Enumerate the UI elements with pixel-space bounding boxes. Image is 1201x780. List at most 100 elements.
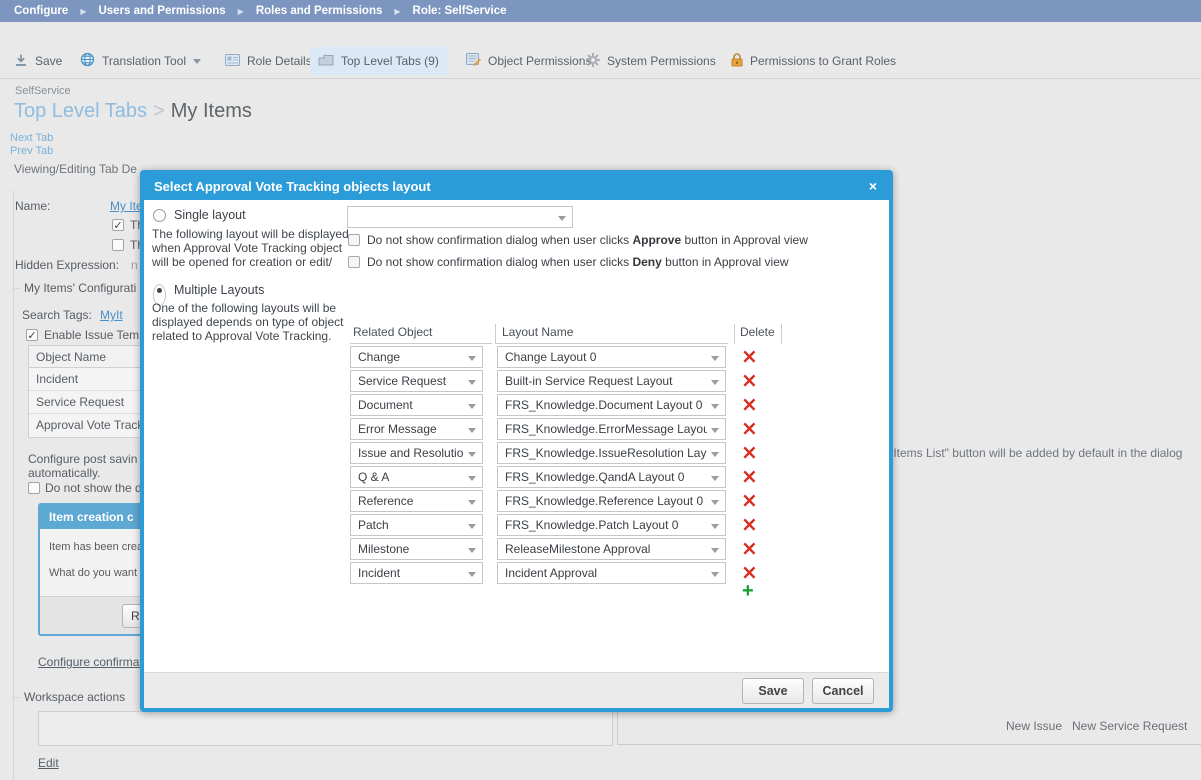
breadcrumb-item[interactable]: Users and Permissions [98, 5, 225, 17]
table-row: Document FRS_Knowledge.Document Layout 0… [144, 394, 824, 416]
object-permissions-icon [466, 53, 481, 69]
related-object-select[interactable]: Q & A [350, 466, 483, 488]
object-name-row[interactable]: Approval Vote Track [29, 414, 157, 437]
chevron-down-icon [193, 59, 201, 64]
layout-name-select[interactable]: FRS_Knowledge.ErrorMessage Layout 0 [497, 418, 726, 440]
modal-header: Select Approval Vote Tracking objects la… [144, 174, 889, 200]
modal-title: Select Approval Vote Tracking objects la… [154, 179, 431, 194]
chevron-down-icon [468, 380, 476, 385]
edit-link[interactable]: Edit [38, 756, 59, 770]
object-name-row[interactable]: Service Request [29, 391, 157, 414]
related-object-value: Change [358, 350, 464, 364]
related-object-select[interactable]: Reference [350, 490, 483, 512]
related-object-value: Q & A [358, 470, 464, 484]
delete-row-button[interactable]: × [741, 416, 758, 440]
chevron-down-icon [711, 428, 719, 433]
delete-row-button[interactable]: × [741, 392, 758, 416]
breadcrumb-arrow-icon: ▶ [238, 7, 244, 16]
globe-icon [80, 52, 95, 70]
top-level-tabs-label: Top Level Tabs (9) [341, 54, 439, 68]
delete-row-button[interactable]: × [741, 440, 758, 464]
breadcrumb-item[interactable]: Roles and Permissions [256, 5, 383, 17]
name-link[interactable]: My Ite [110, 199, 143, 213]
object-name-row[interactable]: Incident [29, 368, 157, 391]
chevron-down-icon [711, 404, 719, 409]
deny-confirmation-checkbox[interactable] [348, 256, 360, 268]
save-button[interactable]: Save [6, 47, 70, 75]
do-not-show-dialog-checkbox[interactable] [28, 482, 40, 494]
single-layout-radio[interactable] [153, 209, 166, 222]
layout-name-select[interactable]: FRS_Knowledge.Document Layout 0 [497, 394, 726, 416]
related-object-select[interactable]: Issue and Resolution [350, 442, 483, 464]
approve-label-pre: Do not show confirmation dialog when use… [367, 233, 632, 247]
chevron-down-icon [468, 500, 476, 505]
new-issue-link[interactable]: New Issue [1006, 719, 1062, 733]
chevron-down-icon [468, 476, 476, 481]
deny-confirmation-label: Do not show confirmation dialog when use… [367, 255, 789, 269]
layout-name-value: FRS_Knowledge.IssueResolution Layout 0 [505, 446, 707, 460]
related-object-select[interactable]: Change [350, 346, 483, 368]
single-layout-select[interactable] [347, 206, 573, 228]
delete-row-button[interactable]: × [741, 488, 758, 512]
approve-confirmation-checkbox[interactable] [348, 234, 360, 246]
next-tab-link[interactable]: Next Tab [10, 132, 53, 144]
item-creation-dialog-footer: R [40, 596, 148, 634]
cancel-button[interactable]: Cancel [812, 678, 874, 704]
role-details-button[interactable]: Role Details [217, 47, 320, 75]
layout-name-select[interactable]: ReleaseMilestone Approval [497, 538, 726, 560]
delete-row-button[interactable]: × [741, 464, 758, 488]
configure-confirmation-link[interactable]: Configure confirmat [38, 655, 143, 669]
bg-checkbox-2[interactable] [112, 239, 124, 251]
related-object-select[interactable]: Document [350, 394, 483, 416]
chevron-down-icon [468, 452, 476, 457]
bg-checkbox-1[interactable]: ✓ [112, 219, 124, 231]
prev-tab-link[interactable]: Prev Tab [10, 145, 53, 157]
related-object-select[interactable]: Patch [350, 514, 483, 536]
delete-row-button[interactable]: × [741, 536, 758, 560]
layout-name-select[interactable]: FRS_Knowledge.IssueResolution Layout 0 [497, 442, 726, 464]
related-object-select[interactable]: Milestone [350, 538, 483, 560]
layout-name-select[interactable]: Incident Approval [497, 562, 726, 584]
workspace-actions-legend: Workspace actions [20, 690, 129, 704]
table-row: Patch FRS_Knowledge.Patch Layout 0 × [144, 514, 824, 536]
layout-name-value: FRS_Knowledge.QandA Layout 0 [505, 470, 707, 484]
delete-row-button[interactable]: × [741, 344, 758, 368]
related-object-select[interactable]: Incident [350, 562, 483, 584]
layout-name-select[interactable]: FRS_Knowledge.Patch Layout 0 [497, 514, 726, 536]
delete-row-button[interactable]: × [741, 512, 758, 536]
breadcrumb-item[interactable]: Role: SelfService [413, 5, 507, 17]
chevron-down-icon [711, 572, 719, 577]
hidden-expression-label: Hidden Expression: [15, 258, 119, 272]
layout-name-select[interactable]: FRS_Knowledge.Reference Layout 0 [497, 490, 726, 512]
top-level-tabs-button[interactable]: Top Level Tabs (9) [310, 47, 447, 75]
workspace-actions-box[interactable] [38, 711, 613, 746]
layout-name-select[interactable]: Change Layout 0 [497, 346, 726, 368]
page-title-primary[interactable]: Top Level Tabs [14, 100, 147, 122]
layout-name-value: Built-in Service Request Layout [505, 374, 707, 388]
permissions-to-grant-roles-button[interactable]: Permissions to Grant Roles [723, 47, 904, 75]
save-button[interactable]: Save [742, 678, 804, 704]
related-object-column-header: Related Object [350, 324, 492, 344]
system-permissions-button[interactable]: System Permissions [578, 47, 724, 75]
related-object-value: Issue and Resolution [358, 446, 464, 460]
layout-name-select[interactable]: FRS_Knowledge.QandA Layout 0 [497, 466, 726, 488]
enable-template-checkbox[interactable]: ✓ [26, 329, 38, 341]
layout-name-select[interactable]: Built-in Service Request Layout [497, 370, 726, 392]
permissions-to-grant-roles-label: Permissions to Grant Roles [750, 54, 896, 68]
object-name-header: Object Name [29, 346, 157, 368]
chevron-down-icon [468, 428, 476, 433]
related-object-select[interactable]: Service Request [350, 370, 483, 392]
close-icon[interactable]: × [869, 174, 877, 199]
related-object-select[interactable]: Error Message [350, 418, 483, 440]
new-service-request-link[interactable]: New Service Request [1072, 719, 1187, 733]
chevron-down-icon [711, 452, 719, 457]
modal-body: Single layout The following layout will … [144, 200, 889, 672]
search-tags-link[interactable]: MyIt [100, 308, 123, 322]
do-not-show-dialog-label: Do not show the di [45, 481, 144, 495]
add-row-button[interactable]: + [742, 580, 754, 603]
delete-row-button[interactable]: × [741, 368, 758, 392]
translation-tool-button[interactable]: Translation Tool [72, 47, 209, 75]
approve-label-post: button in Approval view [681, 233, 808, 247]
breadcrumb-item[interactable]: Configure [14, 5, 68, 17]
modal-footer: Save Cancel [144, 672, 889, 708]
